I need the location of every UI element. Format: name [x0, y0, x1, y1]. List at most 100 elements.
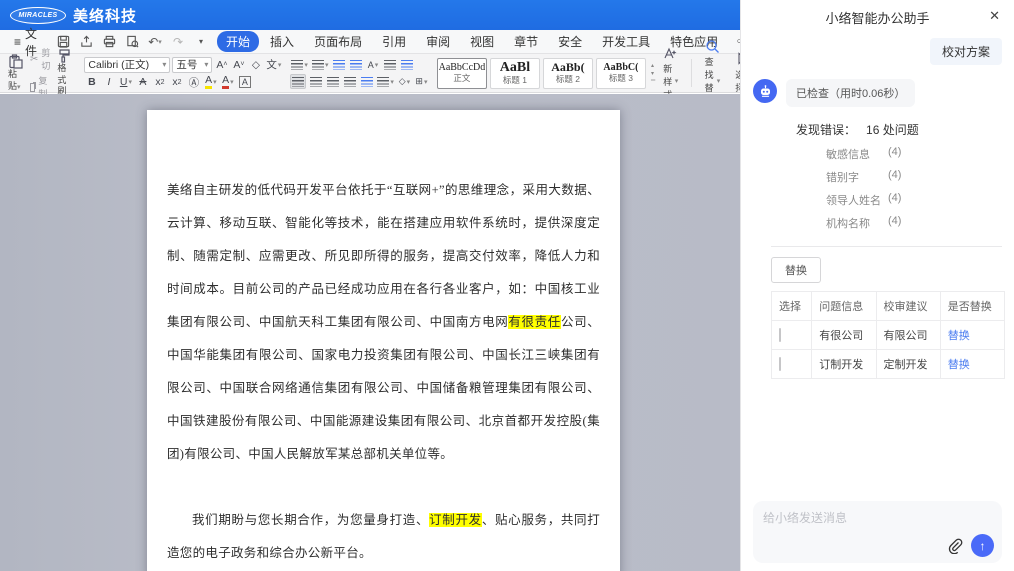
chat-input-box: ↑ [753, 501, 1002, 563]
brand-name: 美络科技 [73, 5, 137, 26]
replace-all-button[interactable]: 替换 [771, 257, 821, 283]
bullet-list-button[interactable]: ▾ [290, 57, 309, 72]
tab-security[interactable]: 安全 [549, 31, 591, 52]
send-arrow-icon: ↑ [980, 539, 986, 553]
assistant-message: 已检查（用时0.06秒） [741, 75, 1014, 107]
row-checkbox[interactable] [779, 357, 781, 371]
proofread-plan-button[interactable]: 校对方案 [930, 38, 1002, 65]
send-button[interactable]: ↑ [971, 534, 994, 557]
table-row: 有很公司 有限公司 替换 [772, 321, 1005, 350]
style-heading1[interactable]: AaBl标题 1 [490, 58, 540, 89]
close-icon[interactable]: ✕ [989, 8, 1000, 24]
tab-dev-tools[interactable]: 开发工具 [593, 31, 659, 52]
tab-page-layout[interactable]: 页面布局 [305, 31, 371, 52]
category-leader-names: 领导人姓名(4) [826, 188, 1014, 211]
print-preview-icon[interactable] [124, 34, 140, 50]
tab-insert[interactable]: 插入 [261, 31, 303, 52]
replace-button-row: 替换 [741, 247, 1014, 291]
styles-scrollbar[interactable]: ▴▾═ [649, 62, 657, 84]
sort-button[interactable] [382, 57, 397, 72]
font-name-select[interactable]: Calibri (正文)▾ [84, 57, 170, 73]
assistant-panel: 小络智能办公助手 ✕ 校对方案 已检查（用时0.06秒） 发现错误： 16 处问… [740, 0, 1014, 571]
undo-icon[interactable]: ↶▾ [147, 34, 163, 50]
col-suggestion: 校审建议 [876, 292, 940, 321]
format-painter-button[interactable]: 格式刷 [53, 47, 76, 99]
paste-icon [8, 54, 23, 69]
row-checkbox[interactable] [779, 328, 781, 342]
subscript-button[interactable]: x2 [169, 75, 184, 90]
paste-button[interactable]: 粘贴▾ [4, 53, 27, 93]
menu-bar: ≡ 文件 ↶▾ ↷ ▾ [0, 30, 740, 54]
category-org-names: 机构名称(4) [826, 211, 1014, 234]
superscript-button[interactable]: x2 [152, 75, 167, 90]
plan-row: 校对方案 [741, 34, 1014, 75]
clipboard-group: 粘贴▾ ✂ 剪切 复制 格式刷 [4, 56, 76, 90]
borders-button[interactable]: ⊞▾ [414, 74, 429, 89]
issue-cell: 有很公司 [812, 321, 876, 350]
hamburger-menu-icon: ≡ [14, 35, 21, 49]
paragraph-2: 我们期盼与您长期合作，为您量身打造、订制开发、贴心服务，共同打造您的电子政务和综… [167, 504, 600, 570]
check-status-chip: 已检查（用时0.06秒） [786, 79, 915, 107]
chat-actions: ↑ [947, 534, 994, 557]
document-text: 美络自主研发的低代码开发平台依托于“互联网+”的思维理念，采用大数据、云计算、移… [147, 110, 620, 571]
align-left-button[interactable] [290, 74, 306, 89]
new-style-button[interactable]: 新样式▾ [657, 46, 684, 101]
paragraph-1: 美络自主研发的低代码开发平台依托于“互联网+”的思维理念，采用大数据、云计算、移… [167, 174, 600, 471]
style-heading3[interactable]: AaBbC(标题 3 [596, 58, 646, 89]
table-row: 订制开发 定制开发 替换 [772, 350, 1005, 379]
shading-button[interactable]: ◇▾ [397, 74, 412, 89]
align-center-button[interactable] [308, 74, 323, 89]
shrink-font-button[interactable]: A˅ [231, 57, 246, 72]
justify-button[interactable] [342, 74, 357, 89]
logo-ellipse-icon: MIRACLES [10, 7, 66, 24]
line-spacing-button[interactable]: ▾ [376, 74, 395, 89]
font-size-select[interactable]: 五号▾ [172, 57, 212, 73]
redo-icon[interactable]: ↷ [170, 34, 186, 50]
col-replace: 是否替换 [940, 292, 1004, 321]
tab-home[interactable]: 开始 [217, 31, 259, 52]
distribute-button[interactable] [359, 74, 374, 89]
strikethrough-button[interactable]: A [135, 75, 150, 90]
highlighted-error-2[interactable]: 订制开发 [429, 513, 482, 527]
style-normal[interactable]: AaBbCcDd正文 [437, 58, 487, 89]
font-color-button[interactable]: A▾ [220, 75, 235, 90]
print-icon[interactable] [101, 34, 117, 50]
chat-input[interactable] [763, 509, 992, 535]
panel-header: 小络智能办公助手 ✕ [741, 0, 1014, 34]
italic-button[interactable]: I [101, 75, 116, 90]
numbered-list-button[interactable]: ▾ [311, 57, 330, 72]
attachment-icon[interactable] [947, 538, 963, 554]
replace-link[interactable]: 替换 [948, 359, 970, 371]
tab-section[interactable]: 章节 [505, 31, 547, 52]
suggestion-cell: 定制开发 [876, 350, 940, 379]
document-page[interactable]: 美络自主研发的低代码开发平台依托于“互联网+”的思维理念，采用大数据、云计算、移… [147, 110, 620, 571]
show-marks-button[interactable] [399, 57, 414, 72]
bold-button[interactable]: B [84, 75, 99, 90]
tab-references[interactable]: 引用 [373, 31, 415, 52]
errors-summary: 发现错误： 16 处问题 [741, 107, 1014, 142]
underline-button[interactable]: U▾ [118, 75, 133, 90]
errors-count: 16 处问题 [866, 121, 919, 138]
highlight-color-button[interactable]: A▾ [203, 75, 218, 90]
decrease-indent-button[interactable] [331, 57, 346, 72]
pinyin-guide-button[interactable]: 文▾ [265, 57, 282, 72]
clear-format-button[interactable]: ◇ [248, 57, 263, 72]
customize-toolbar-icon[interactable]: ▾ [193, 34, 209, 50]
grow-font-button[interactable]: A˄ [214, 57, 229, 72]
tab-view[interactable]: 视图 [461, 31, 503, 52]
style-heading2[interactable]: AaBb(标题 2 [543, 58, 593, 89]
export-icon[interactable] [78, 34, 94, 50]
format-painter-icon [57, 48, 72, 63]
text-direction-button[interactable]: A▾ [365, 57, 380, 72]
cut-button[interactable]: ✂ 剪切 [30, 46, 50, 72]
tab-review[interactable]: 审阅 [417, 31, 459, 52]
character-border-button[interactable]: A [237, 75, 252, 90]
align-right-button[interactable] [325, 74, 340, 89]
increase-indent-button[interactable] [348, 57, 363, 72]
replace-link[interactable]: 替换 [948, 330, 970, 342]
ribbon-toolbar: 粘贴▾ ✂ 剪切 复制 格式刷 [0, 54, 740, 93]
enclose-character-button[interactable]: Ⓐ [186, 75, 201, 90]
paragraph-group: ▾ ▾ A▾ ▾ ◇▾ [290, 56, 429, 90]
highlighted-error-1[interactable]: 有很责任 [508, 315, 561, 329]
app-window: MIRACLES 美络科技 ≡ 文件 [0, 0, 1014, 571]
